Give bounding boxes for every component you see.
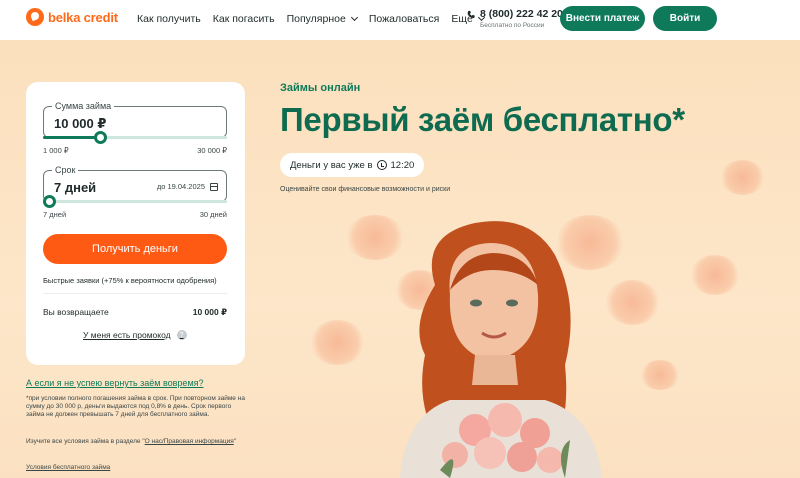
amount-field[interactable]: Сумма займа 10 000 ₽: [43, 101, 227, 138]
nav-label: Как погасить: [212, 13, 275, 25]
amount-slider-fill: [43, 136, 100, 139]
chevron-down-icon: [350, 13, 358, 22]
terms-suffix: ": [233, 438, 237, 445]
promo-code-link[interactable]: У меня есть промокод ?: [83, 330, 187, 340]
calendar-icon[interactable]: [210, 182, 218, 191]
term-range: 7 дней 30 дней: [43, 210, 227, 219]
late-repayment-link[interactable]: А если я не успею вернуть заём вовремя?: [26, 378, 204, 388]
hero-eyebrow: Займы онлайн: [280, 82, 361, 94]
term-until-date: до 19.04.2025: [156, 182, 205, 191]
amount-slider[interactable]: [43, 131, 227, 144]
return-value: 10 000 ₽: [192, 307, 227, 317]
nav-item-how-to-repay[interactable]: Как погасить: [213, 13, 275, 25]
site-header: belka credit Как получить Как погасить П…: [0, 0, 800, 40]
flower-decoration: [310, 320, 365, 365]
return-row: Вы возвращаете 10 000 ₽: [43, 307, 227, 318]
woman-with-tulips-image: [400, 221, 602, 478]
nav-item-how-to-get[interactable]: Как получить: [137, 13, 201, 25]
chip-time: 12:20: [390, 159, 415, 171]
help-icon[interactable]: ?: [176, 330, 187, 340]
login-button[interactable]: Войти: [653, 6, 717, 31]
term-min: 7 дней: [43, 210, 67, 219]
nav-label: Пожаловаться: [368, 13, 440, 25]
amount-slider-handle[interactable]: [94, 131, 107, 144]
amount-range: 1 000 ₽ 30 000 ₽: [43, 146, 227, 155]
amount-legend: Сумма займа: [52, 101, 115, 111]
phone-icon: [467, 10, 475, 18]
term-slider[interactable]: [43, 195, 227, 208]
clock-icon: [376, 160, 387, 170]
phone-block[interactable]: 8 (800) 222 42 20 Бесплатно по России: [467, 8, 563, 29]
free-loan-terms-link[interactable]: Условия бесплатного займа: [26, 464, 110, 471]
loan-calculator-card: Сумма займа 10 000 ₽ 1 000 ₽ 30 000 ₽ Ср…: [26, 82, 245, 365]
term-max: 30 дней: [199, 210, 227, 219]
hero-subtext: Оценивайте свои финансовые возможности и…: [280, 186, 451, 193]
terms-text: Изучите все условия займа в разделе "О н…: [26, 438, 251, 446]
amount-value: 10 000 ₽: [54, 116, 107, 131]
terms-prefix: Изучите все условия займа в разделе ": [26, 438, 145, 445]
flower-decoration: [690, 255, 740, 295]
phone-number: 8 (800) 222 42 20: [480, 8, 563, 20]
get-money-button[interactable]: Получить деньги: [43, 234, 227, 264]
logo[interactable]: belka credit: [26, 8, 118, 26]
nav-item-complain[interactable]: Пожаловаться: [369, 13, 440, 25]
hero-headline: Первый заём бесплатно*: [280, 101, 685, 138]
flower-decoration: [720, 160, 765, 195]
term-field[interactable]: Срок 7 дней до 19.04.2025: [43, 165, 227, 202]
promo-label: У меня есть промокод: [83, 330, 171, 340]
chip-text: Деньги у вас уже в: [290, 159, 373, 171]
amount-max: 30 000 ₽: [197, 146, 227, 155]
term-legend: Срок: [52, 165, 79, 175]
legal-info-link[interactable]: О нас/Правовая информация: [145, 438, 234, 445]
term-until: до 19.04.2025: [157, 182, 218, 191]
fast-application-note: Быстрые заявки (+75% к вероятности одобр…: [43, 276, 217, 285]
make-payment-button[interactable]: Внести платеж: [560, 6, 645, 31]
amount-min: 1 000 ₽: [43, 146, 69, 155]
delivery-time-chip: Деньги у вас уже в 12:20: [280, 153, 425, 177]
nav-item-popular[interactable]: Популярное: [286, 13, 358, 25]
term-slider-handle[interactable]: [43, 195, 56, 208]
main-nav: Как получить Как погасить Популярное Пож…: [137, 13, 485, 25]
flower-decoration: [640, 360, 680, 390]
divider: [43, 293, 227, 294]
phone-subtitle: Бесплатно по России: [480, 22, 545, 29]
return-label: Вы возвращаете: [43, 307, 109, 317]
footnote-text: *при условии полного погашения займа в с…: [26, 395, 245, 419]
squirrel-logo-icon: [26, 8, 44, 26]
term-value: 7 дней: [54, 180, 97, 195]
logo-text: belka credit: [48, 9, 118, 25]
nav-label: Как получить: [137, 13, 201, 25]
nav-label: Популярное: [286, 13, 346, 25]
